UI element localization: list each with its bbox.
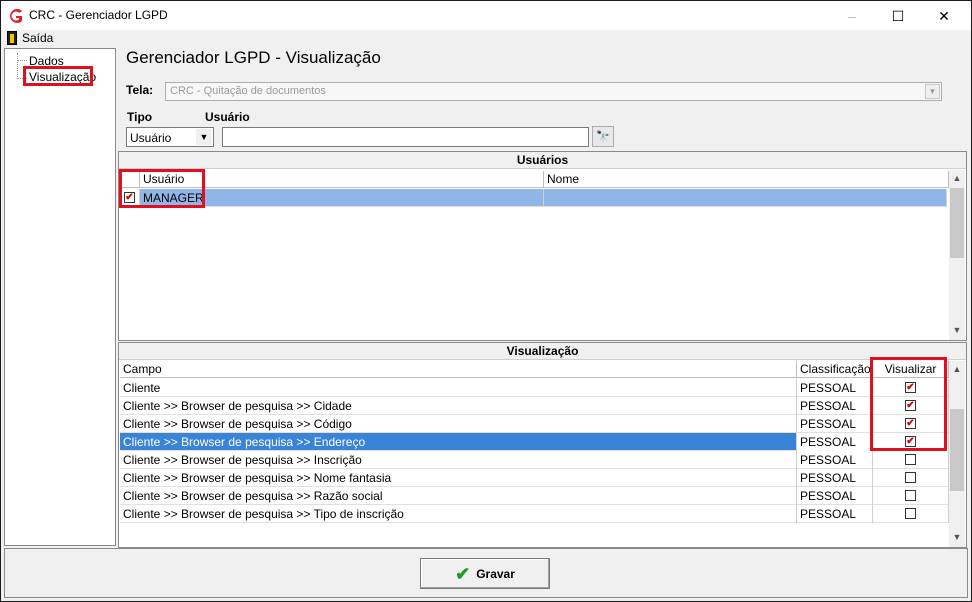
table-row[interactable]: Cliente >> Browser de pesquisa >> Código… [120, 415, 949, 433]
campo-cell: Cliente >> Browser de pesquisa >> Nome f… [120, 469, 797, 487]
visualizar-cell[interactable] [873, 505, 949, 523]
window-title: CRC - Gerenciador LGPD [29, 8, 168, 22]
campo-cell: Cliente >> Browser de pesquisa >> Endere… [120, 433, 797, 451]
user-nome-cell [544, 189, 947, 207]
visualizacao-panel: Visualização Campo Classificação Visuali… [118, 342, 967, 548]
usuario-label: Usuário [205, 110, 250, 124]
scroll-down-icon[interactable]: ▼ [949, 322, 965, 338]
save-button[interactable]: ✔ Gravar [420, 558, 550, 589]
header-campo[interactable]: Campo [120, 361, 797, 378]
tela-label: Tela: [126, 83, 154, 97]
search-binoculars-button[interactable]: 🔭 [592, 126, 614, 147]
classificacao-cell: PESSOAL [797, 379, 873, 397]
table-row[interactable]: ✔ MANAGER [120, 189, 947, 207]
tipo-label: Tipo [127, 110, 153, 124]
table-row[interactable]: Cliente >> Browser de pesquisa >> Razão … [120, 487, 949, 505]
users-header-nome[interactable]: Nome [544, 171, 949, 188]
classificacao-cell: PESSOAL [797, 505, 873, 523]
exit-menu-label: Saída [22, 31, 54, 45]
header-classificacao[interactable]: Classificação [797, 361, 873, 378]
maximize-button[interactable]: ☐ [875, 1, 921, 31]
table-row[interactable]: Cliente >> Browser de pesquisa >> Nome f… [120, 469, 949, 487]
classificacao-cell: PESSOAL [797, 415, 873, 433]
tipo-select[interactable]: Usuário ▼ [126, 127, 214, 147]
scroll-up-icon[interactable]: ▲ [949, 170, 965, 186]
classificacao-cell: PESSOAL [797, 487, 873, 505]
table-row[interactable]: Cliente >> Browser de pesquisa >> Cidade… [120, 397, 949, 415]
chevron-down-icon[interactable]: ▼ [196, 129, 212, 145]
campo-cell: Cliente >> Browser de pesquisa >> Inscri… [120, 451, 797, 469]
classificacao-cell: PESSOAL [797, 451, 873, 469]
campo-cell: Cliente >> Browser de pesquisa >> Razão … [120, 487, 797, 505]
close-button[interactable]: ✕ [921, 1, 967, 31]
visualizacao-section-title: Visualização [119, 343, 966, 360]
tipo-select-value: Usuário [130, 131, 172, 145]
usuario-input[interactable] [222, 127, 589, 147]
exit-menu-item[interactable]: Saída [7, 31, 53, 45]
classificacao-cell: PESSOAL [797, 397, 873, 415]
check-icon: ✔ [455, 563, 471, 584]
visualizar-checkbox[interactable] [905, 490, 916, 501]
campo-cell: Cliente >> Browser de pesquisa >> Código [120, 415, 797, 433]
scroll-thumb[interactable] [950, 409, 964, 491]
scroll-up-icon[interactable]: ▲ [949, 361, 965, 377]
annotation-highlight [23, 66, 93, 86]
classificacao-cell: PESSOAL [797, 469, 873, 487]
page-title: Gerenciador LGPD - Visualização [126, 48, 381, 67]
campo-cell: Cliente >> Browser de pesquisa >> Cidade [120, 397, 797, 415]
tree-connector [17, 60, 27, 61]
visualizacao-scrollbar[interactable]: ▲ ▼ [949, 361, 965, 547]
table-row[interactable]: Cliente >> Browser de pesquisa >> Inscri… [120, 451, 949, 469]
menu-bar: Saída [0, 30, 972, 46]
table-row[interactable]: Cliente >> Browser de pesquisa >> Endere… [120, 433, 949, 451]
tela-select[interactable]: CRC - Quitação de documentos ▼ [165, 82, 942, 101]
tree-connector [17, 53, 18, 79]
visualizar-checkbox[interactable] [905, 454, 916, 465]
chevron-down-icon[interactable]: ▼ [925, 84, 940, 99]
scroll-down-icon[interactable]: ▼ [949, 529, 965, 545]
visualizar-checkbox[interactable] [905, 508, 916, 519]
tela-select-value: CRC - Quitação de documentos [170, 85, 326, 97]
visualizar-cell[interactable] [873, 451, 949, 469]
annotation-highlight [119, 169, 205, 208]
campo-cell: Cliente [120, 379, 797, 397]
table-row[interactable]: Cliente >> Browser de pesquisa >> Tipo d… [120, 505, 949, 523]
app-logo-icon [10, 9, 22, 23]
navigation-tree: Dados Visualização [4, 48, 116, 546]
users-section-title: Usuários [119, 152, 966, 169]
binoculars-icon: 🔭 [596, 131, 610, 143]
users-grid-header: Usuário Nome [120, 171, 949, 188]
title-bar: CRC - Gerenciador LGPD – ☐ ✕ [0, 0, 972, 30]
visualizar-cell[interactable] [873, 469, 949, 487]
scroll-thumb[interactable] [950, 188, 964, 258]
visualizar-cell[interactable] [873, 487, 949, 505]
save-button-label: Gravar [476, 566, 515, 581]
table-row[interactable]: Cliente PESSOAL ✔ [120, 379, 949, 397]
annotation-highlight [870, 357, 947, 451]
exit-door-icon [7, 31, 17, 45]
visualizacao-grid-header: Campo Classificação Visualizar [120, 361, 949, 378]
minimize-button[interactable]: – [829, 1, 875, 31]
visualizar-checkbox[interactable] [905, 472, 916, 483]
users-panel: Usuários Usuário Nome ✔ MANAGER ▲ ▼ [118, 151, 967, 341]
classificacao-cell: PESSOAL [797, 433, 873, 451]
campo-cell: Cliente >> Browser de pesquisa >> Tipo d… [120, 505, 797, 523]
users-scrollbar[interactable]: ▲ ▼ [949, 170, 965, 340]
